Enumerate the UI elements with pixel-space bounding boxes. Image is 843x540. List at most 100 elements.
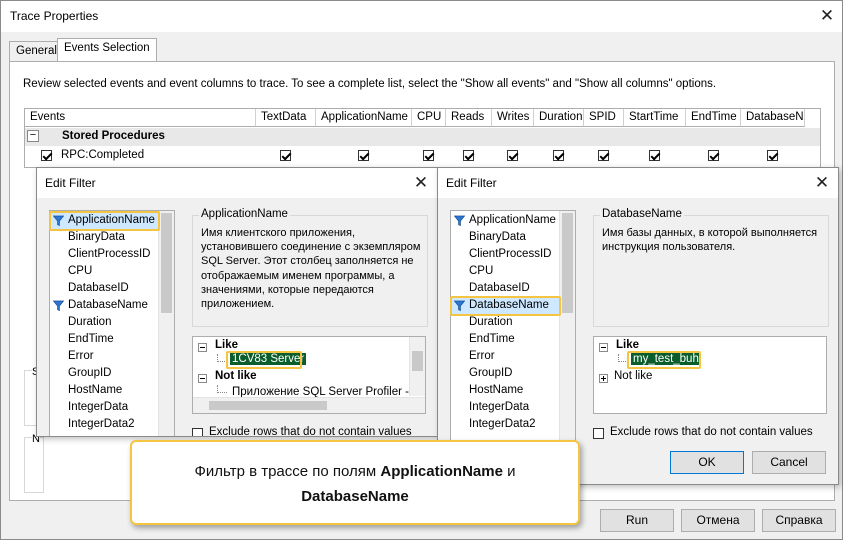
column-list-item[interactable]: EndTime bbox=[50, 331, 159, 348]
description-title: ApplicationName bbox=[199, 208, 290, 220]
column-list-item[interactable]: ClientProcessID bbox=[50, 246, 159, 263]
column-list-item[interactable]: IntegerData2 bbox=[451, 416, 560, 433]
highlight-box bbox=[627, 351, 701, 369]
column-list-item[interactable]: Duration bbox=[50, 314, 159, 331]
filter-tree[interactable]: Like my_test_buh Not like bbox=[593, 336, 827, 414]
exclude-label: Exclude rows that do not contain values bbox=[209, 426, 412, 437]
description-group: DatabaseName Имя базы данных, в которой … bbox=[593, 208, 829, 327]
column-list-item[interactable]: IntegerData bbox=[451, 399, 560, 416]
column-list-item[interactable]: BinaryData bbox=[451, 229, 560, 246]
description-title: DatabaseName bbox=[600, 208, 684, 220]
column-list-item[interactable]: DatabaseID bbox=[50, 280, 159, 297]
column-list-item[interactable]: Error bbox=[50, 348, 159, 365]
tree-vscroll[interactable] bbox=[409, 337, 425, 396]
edit-filter-dialog-left: Edit Filter ✕ ApplicationName BinaryData C… bbox=[36, 167, 438, 437]
list-scrollbar[interactable] bbox=[559, 211, 575, 449]
column-list-item[interactable]: DatabaseName bbox=[50, 297, 159, 314]
column-list-item[interactable]: IntegerData2 bbox=[50, 416, 159, 433]
cell-checkbox[interactable] bbox=[507, 150, 518, 161]
collapse-icon[interactable] bbox=[198, 374, 207, 383]
group-label: Stored Procedures bbox=[62, 130, 165, 142]
close-icon[interactable]: ✕ bbox=[411, 173, 431, 193]
column-list-item[interactable]: CPU bbox=[451, 263, 560, 280]
cell-checkbox[interactable] bbox=[708, 150, 719, 161]
close-icon[interactable]: ✕ bbox=[817, 6, 837, 26]
cancel-button[interactable]: Отмена bbox=[681, 509, 755, 532]
scroll-thumb[interactable] bbox=[412, 351, 423, 371]
callout-field2: DatabaseName bbox=[301, 488, 409, 505]
cell-checkbox[interactable] bbox=[767, 150, 778, 161]
scroll-thumb[interactable] bbox=[209, 401, 327, 410]
column-header[interactable]: Reads bbox=[446, 109, 492, 127]
column-header[interactable]: EndTime bbox=[686, 109, 741, 127]
cell-checkbox[interactable] bbox=[358, 150, 369, 161]
column-list-item[interactable]: ApplicationName bbox=[451, 212, 560, 229]
column-header[interactable]: ApplicationName bbox=[316, 109, 412, 127]
tab-general[interactable]: General bbox=[9, 41, 64, 62]
tab-events-selection[interactable]: Events Selection bbox=[57, 38, 157, 61]
column-list[interactable]: ApplicationName BinaryData ClientProcessID… bbox=[49, 210, 175, 436]
event-checkbox[interactable] bbox=[41, 150, 52, 161]
settings-group-2 bbox=[24, 437, 44, 493]
exclude-checkbox[interactable] bbox=[192, 428, 203, 436]
list-scrollbar[interactable] bbox=[158, 211, 174, 436]
column-list-item[interactable]: GroupID bbox=[50, 365, 159, 382]
column-list-item[interactable]: HostName bbox=[451, 382, 560, 399]
cell-checkbox[interactable] bbox=[423, 150, 434, 161]
highlight-box bbox=[450, 296, 561, 316]
scroll-thumb[interactable] bbox=[161, 213, 172, 313]
column-header[interactable]: SPID bbox=[584, 109, 624, 127]
tree-not-like[interactable]: Not like bbox=[215, 370, 257, 382]
events-grid[interactable]: Events TextData ApplicationName CPU Reads Wri… bbox=[24, 108, 821, 168]
close-icon[interactable]: ✕ bbox=[812, 173, 832, 193]
ok-button[interactable]: OK bbox=[670, 451, 744, 474]
tree-like[interactable]: Like bbox=[215, 339, 238, 351]
column-list-item[interactable]: DatabaseID bbox=[451, 280, 560, 297]
title-bar: Trace Properties ✕ bbox=[1, 1, 842, 32]
run-button[interactable]: Run bbox=[600, 509, 674, 532]
callout-field1: ApplicationName bbox=[380, 463, 503, 480]
column-header[interactable]: Duration bbox=[534, 109, 584, 127]
callout-prefix: Фильтр в трассе по полям bbox=[194, 463, 381, 480]
column-list-item[interactable]: Duration bbox=[451, 314, 560, 331]
tree-like[interactable]: Like bbox=[616, 339, 639, 351]
collapse-icon[interactable] bbox=[198, 343, 207, 352]
cell-checkbox[interactable] bbox=[553, 150, 564, 161]
collapse-icon[interactable] bbox=[599, 343, 608, 352]
callout-mid: и bbox=[502, 463, 516, 480]
column-header[interactable]: Events bbox=[25, 109, 256, 127]
filter-tree[interactable]: Like 1CV83 Server Not like Приложение SQ… bbox=[192, 336, 426, 414]
cell-checkbox[interactable] bbox=[280, 150, 291, 161]
column-list[interactable]: ApplicationName BinaryData ClientProcessID… bbox=[450, 210, 576, 450]
edit-filter-dialog-right: Edit Filter ✕ ApplicationName BinaryData C… bbox=[437, 167, 839, 485]
highlight-box bbox=[49, 211, 160, 231]
column-header[interactable]: DatabaseNa bbox=[741, 109, 805, 127]
column-header[interactable]: StartTime bbox=[624, 109, 686, 127]
collapse-icon[interactable]: − bbox=[27, 130, 39, 142]
event-label: RPC:Completed bbox=[61, 149, 145, 161]
column-list-item[interactable]: GroupID bbox=[451, 365, 560, 382]
help-button[interactable]: Справка bbox=[762, 509, 836, 532]
column-list-item[interactable]: IntegerData bbox=[50, 399, 159, 416]
cell-checkbox[interactable] bbox=[649, 150, 660, 161]
column-list-item[interactable]: ClientProcessID bbox=[451, 246, 560, 263]
column-header[interactable]: CPU bbox=[412, 109, 446, 127]
column-list-item[interactable]: HostName bbox=[50, 382, 159, 399]
expand-icon[interactable] bbox=[599, 374, 608, 383]
tree-not-like[interactable]: Not like bbox=[614, 370, 652, 382]
column-list-item[interactable]: BinaryData bbox=[50, 229, 159, 246]
filter-funnel-icon bbox=[53, 300, 64, 312]
cell-checkbox[interactable] bbox=[463, 150, 474, 161]
scroll-thumb[interactable] bbox=[562, 213, 573, 313]
column-header[interactable]: TextData bbox=[256, 109, 316, 127]
exclude-checkbox[interactable] bbox=[593, 428, 604, 439]
column-list-item[interactable]: Error bbox=[451, 348, 560, 365]
cell-checkbox[interactable] bbox=[598, 150, 609, 161]
dialog-title-bar: Edit Filter ✕ bbox=[37, 168, 437, 198]
column-list-item[interactable]: CPU bbox=[50, 263, 159, 280]
tree-hscroll[interactable] bbox=[193, 397, 425, 413]
column-list-item[interactable]: EndTime bbox=[451, 331, 560, 348]
description-text: Имя клиентского приложения, установившег… bbox=[201, 227, 421, 311]
column-header[interactable]: Writes bbox=[492, 109, 534, 127]
cancel-button[interactable]: Cancel bbox=[752, 451, 826, 474]
